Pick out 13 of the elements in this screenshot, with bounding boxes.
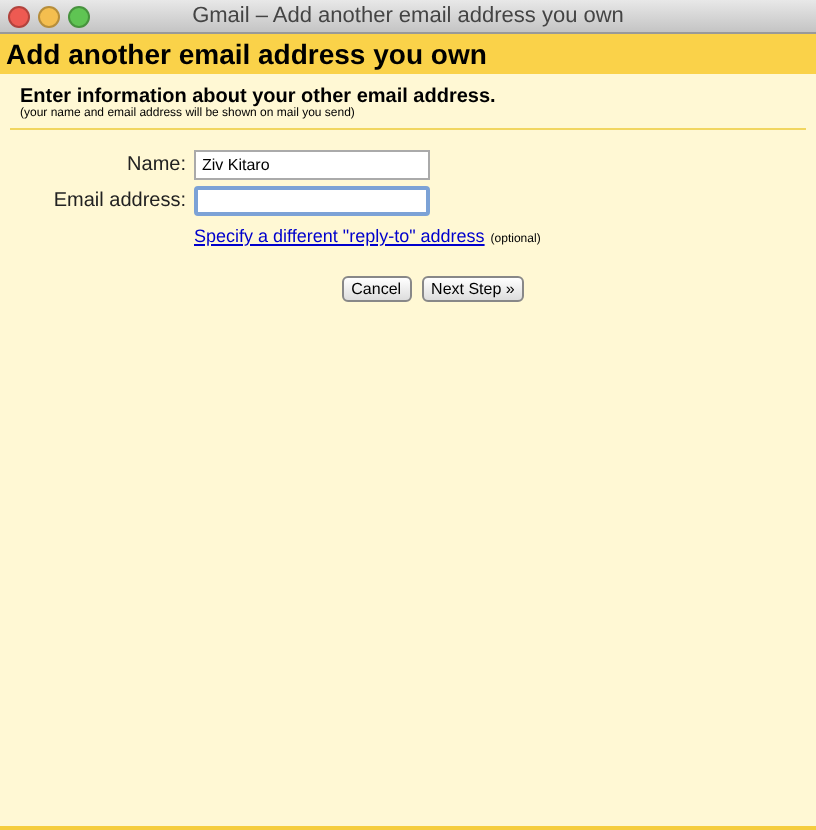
input-field[interactable] — [194, 186, 430, 216]
window-title: Gmail – Add another email address you own — [192, 4, 624, 28]
close-button[interactable] — [8, 5, 30, 27]
field-label: Email address: — [51, 190, 186, 212]
input-field[interactable]: Ziv Kitaro — [194, 150, 430, 180]
section-heading: Enter information about your other email address. — [20, 86, 498, 108]
page-header: Add another email address you own — [0, 34, 816, 74]
reply-to-link[interactable]: Specify a different "reply-to" address — [194, 226, 485, 246]
zoom-button[interactable] — [68, 5, 90, 27]
cancel-button[interactable]: Cancel — [341, 276, 412, 302]
minimize-button[interactable] — [38, 5, 60, 27]
field-label: Name: — [125, 154, 186, 176]
next-step-button[interactable]: Next Step » — [421, 276, 525, 302]
